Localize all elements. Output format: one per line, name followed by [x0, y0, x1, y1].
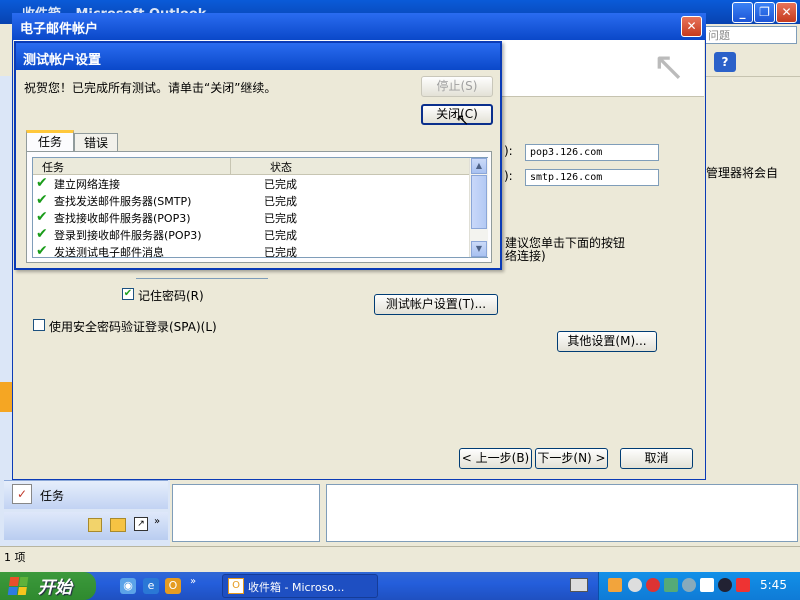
outlook-quicklaunch-icon[interactable]: O: [165, 578, 181, 594]
scroll-thumb[interactable]: [471, 175, 487, 229]
checkmark-icon: ✔: [36, 209, 48, 225]
test-dialog-title: 测试帐户设置: [23, 53, 102, 68]
windows-logo-icon: [7, 577, 29, 595]
tray-app-icon[interactable]: [700, 578, 714, 592]
tab-tasks[interactable]: 任务: [26, 130, 74, 152]
internet-explorer-icon[interactable]: e: [143, 578, 159, 594]
scroll-down-icon[interactable]: ▼: [471, 241, 487, 257]
tray-network-icon[interactable]: [664, 578, 678, 592]
task-name: 发送测试电子邮件消息: [54, 246, 164, 259]
reading-pane: [326, 484, 798, 542]
task-status: 已完成: [264, 212, 297, 225]
start-label: 开始: [38, 578, 72, 598]
checkmark-icon: ✔: [36, 192, 48, 208]
completion-message: 祝贺您！已完成所有测试。请单击“关闭”继续。: [24, 81, 277, 95]
test-account-settings-button[interactable]: 测试帐户设置(T)...: [374, 294, 498, 315]
tab-errors[interactable]: 错误: [74, 133, 118, 152]
list-item: ✔ 查找接收邮件服务器(POP3) 已完成: [34, 209, 468, 226]
status-bar: [0, 546, 800, 567]
tray-antivirus-icon[interactable]: [646, 578, 660, 592]
quicklaunch-expand-icon[interactable]: »: [190, 576, 196, 587]
list-header: [33, 158, 469, 175]
reading-pane-text: 管理器将会自: [706, 166, 779, 180]
status-item-count: 1 项: [4, 551, 26, 564]
checkmark-icon: ✔: [36, 243, 48, 259]
outlook-icon: O: [228, 578, 244, 594]
back-button[interactable]: < 上一步(B): [459, 448, 532, 469]
email-accounts-title: 电子邮件帐户: [20, 22, 99, 37]
taskbar-item-label: 收件箱 - Microso...: [248, 581, 345, 594]
tray-media-icon[interactable]: [718, 578, 732, 592]
task-status: 已完成: [264, 246, 297, 259]
column-separator[interactable]: [230, 158, 231, 174]
question-input[interactable]: 问题: [705, 26, 797, 44]
task-status: 已完成: [264, 178, 297, 191]
remember-password-checkbox[interactable]: ✔: [122, 288, 134, 300]
stop-button: 停止(S): [421, 76, 493, 97]
list-item: ✔ 登录到接收邮件服务器(POP3) 已完成: [34, 226, 468, 243]
tray-flash-icon[interactable]: [736, 578, 750, 592]
list-item: ✔ 查找发送邮件服务器(SMTP) 已完成: [34, 192, 468, 209]
advice-text-line2: 络连接): [505, 249, 546, 263]
more-settings-button[interactable]: 其他设置(M)...: [557, 331, 657, 352]
tray-volume-icon[interactable]: [682, 578, 696, 592]
vertical-scrollbar[interactable]: ▲ ▼: [469, 158, 488, 257]
email-accounts-close-button[interactable]: ✕: [681, 16, 702, 37]
list-item: ✔ 发送测试电子邮件消息 已完成: [34, 243, 468, 260]
cancel-button[interactable]: 取消: [620, 448, 693, 469]
tray-outlook-icon[interactable]: [608, 578, 622, 592]
spa-label[interactable]: 使用安全密码验证登录(SPA)(L): [49, 318, 217, 335]
help-icon[interactable]: ?: [714, 52, 736, 72]
outgoing-server-field[interactable]: smtp.126.com: [525, 169, 659, 186]
header-cursor-icon: ↖: [652, 44, 686, 90]
spa-checkbox[interactable]: [33, 319, 45, 331]
task-status: 已完成: [264, 195, 297, 208]
tray-clock-icon[interactable]: [628, 578, 642, 592]
checkmark-icon: ✔: [36, 226, 48, 242]
mouse-pointer-icon: ↖: [456, 110, 470, 129]
list-item: ✔ 建立网络连接 已完成: [34, 175, 468, 192]
keyboard-icon[interactable]: [570, 578, 588, 592]
configure-buttons-icon[interactable]: »: [154, 516, 160, 527]
maximize-button[interactable]: ❐: [754, 2, 775, 23]
minimize-button[interactable]: _: [732, 2, 753, 23]
clock[interactable]: 5:45: [760, 578, 787, 592]
checkmark-icon: ✔: [36, 175, 48, 191]
nav-tasks-label: 任务: [40, 489, 65, 503]
task-name: 查找接收邮件服务器(POP3): [54, 212, 191, 225]
column-header-status[interactable]: 状态: [270, 159, 292, 175]
show-desktop-icon[interactable]: ◉: [120, 578, 136, 594]
scroll-up-icon[interactable]: ▲: [471, 158, 487, 174]
message-list: [172, 484, 320, 542]
task-name: 建立网络连接: [54, 178, 120, 191]
outgoing-server-label: ):: [504, 169, 513, 183]
task-name: 登录到接收邮件服务器(POP3): [54, 229, 202, 242]
task-status: 已完成: [264, 229, 297, 242]
outlook-close-button[interactable]: ✕: [776, 2, 797, 23]
nav-shortcut-strip: ↗ »: [4, 512, 168, 540]
notes-icon[interactable]: [88, 518, 102, 532]
task-name: 查找发送邮件服务器(SMTP): [54, 195, 192, 208]
incoming-server-label: ):: [504, 144, 513, 158]
tasks-icon: ✓: [12, 484, 32, 504]
remember-password-label[interactable]: 记住密码(R): [138, 287, 204, 304]
column-header-task[interactable]: 任务: [42, 159, 64, 175]
folder-icon[interactable]: [110, 518, 126, 532]
next-button[interactable]: 下一步(N) >: [535, 448, 608, 469]
email-accounts-titlebar[interactable]: [12, 13, 706, 40]
shortcut-icon[interactable]: ↗: [134, 517, 148, 531]
incoming-server-field[interactable]: pop3.126.com: [525, 144, 659, 161]
